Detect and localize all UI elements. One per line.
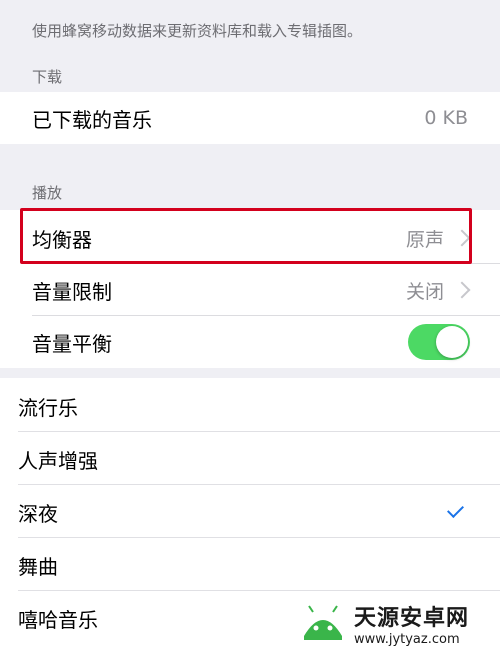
equalizer-highlight-box [20,208,472,264]
volume-limit-value: 关闭 [405,280,444,303]
watermark-title: 天源安卓网 [354,605,470,631]
download-group: 已下载的音乐 0 KB [0,92,500,144]
settings-panel: 使用蜂窝移动数据来更新资料库和载入专辑插图。 下载 已下载的音乐 0 KB 播放… [0,0,500,370]
volume-limit-label: 音量限制 [32,279,112,304]
sound-check-toggle[interactable] [408,324,470,360]
downloaded-music-size: 0 KB [424,107,468,129]
eq-option-label: 舞曲 [18,555,58,579]
android-logo-icon [298,598,348,648]
downloaded-music-row[interactable]: 已下载的音乐 0 KB [32,92,500,144]
eq-option-dance[interactable]: 舞曲 [18,539,500,592]
divider [18,590,500,591]
volume-limit-value-wrap: 关闭 [405,277,471,304]
volume-limit-row[interactable]: 音量限制 关闭 [32,264,500,316]
playback-section-header: 播放 [32,184,63,202]
eq-option-label: 人声增强 [18,449,98,473]
eq-option-label: 流行乐 [18,396,78,420]
downloaded-music-label: 已下载的音乐 [32,107,152,132]
watermark-text: 天源安卓网 www.jytyaz.com [354,600,469,647]
eq-option-pop[interactable]: 流行乐 [18,380,500,433]
cellular-note: 使用蜂窝移动数据来更新资料库和载入专辑插图。 [32,22,363,40]
sound-check-row: 音量平衡 [32,316,500,368]
divider [18,537,500,538]
divider [18,484,500,485]
eq-option-late-night[interactable]: 深夜 [18,486,500,539]
sound-check-label: 音量平衡 [32,331,112,356]
divider [18,431,500,432]
chevron-right-icon [453,281,471,299]
watermark: 天源安卓网 www.jytyaz.com [298,595,494,651]
checkmark-icon [447,501,464,518]
download-section-header: 下载 [32,68,63,86]
eq-option-label: 嘻哈音乐 [18,608,98,632]
toggle-knob [436,326,468,358]
eq-option-vocal-booster[interactable]: 人声增强 [18,433,500,486]
watermark-url: www.jytyaz.com [354,631,460,647]
eq-option-label: 深夜 [18,502,58,526]
